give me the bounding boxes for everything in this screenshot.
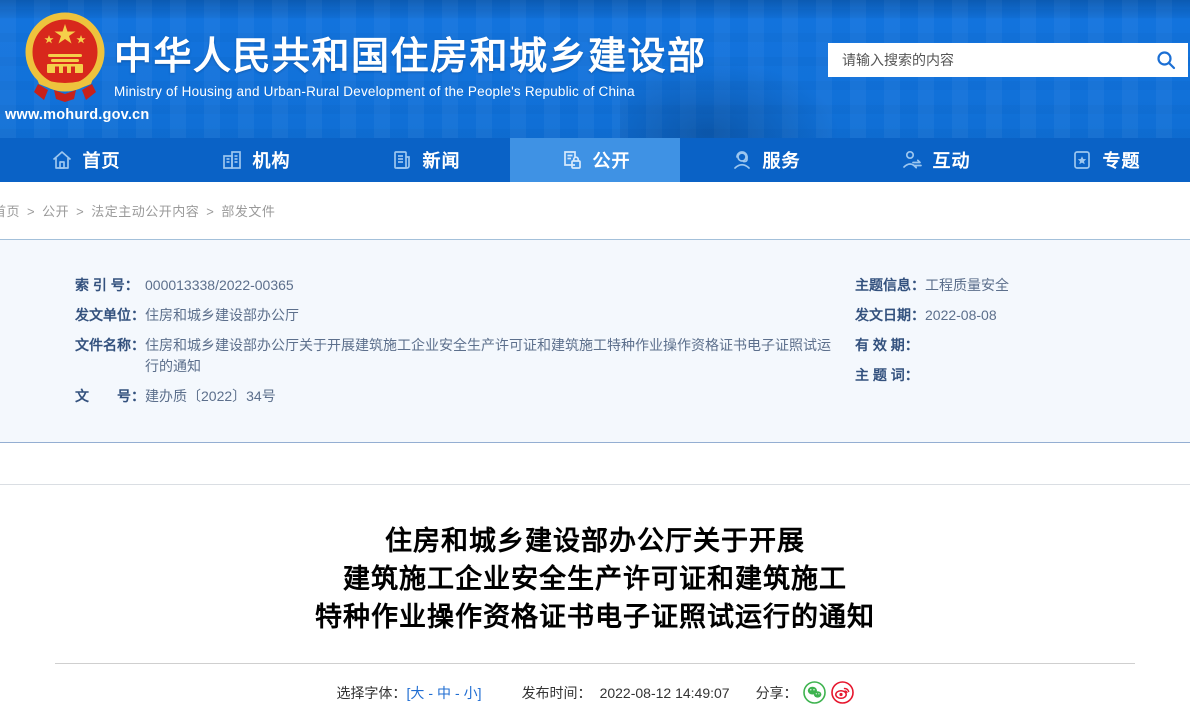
site-title-english: Ministry of Housing and Urban-Rural Deve… — [114, 84, 707, 99]
disclosure-icon — [560, 148, 584, 172]
meta-row-validity: 有 效 期： — [855, 335, 1175, 356]
site-header: www.mohurd.gov.cn 中华人民共和国住房和城乡建设部 Minist… — [0, 0, 1190, 138]
nav-item-news[interactable]: 新闻 — [340, 138, 510, 182]
nav-item-disclosure[interactable]: 公开 — [510, 138, 680, 182]
wechat-icon[interactable] — [803, 681, 826, 704]
publish-time: 2022-08-12 14:49:07 — [600, 685, 730, 701]
article-title-line-3: 特种作业操作资格证书电子证照试运行的通知 — [0, 598, 1190, 636]
news-icon — [390, 148, 414, 172]
breadcrumb: 首页>公开>法定主动公开内容>部发文件 — [0, 201, 275, 220]
search-button[interactable] — [1154, 48, 1178, 72]
national-emblem-icon — [24, 10, 106, 104]
meta-row-issue-date: 发文日期： 2022-08-08 — [855, 305, 1175, 326]
font-size-small[interactable]: 小 — [464, 685, 478, 701]
search-box — [828, 43, 1188, 77]
site-title-chinese: 中华人民共和国住房和城乡建设部 — [114, 34, 707, 80]
search-icon — [1155, 49, 1177, 71]
home-icon — [50, 148, 74, 172]
meta-row-index-number: 索 引 号： 000013338/2022-00365 — [75, 275, 840, 296]
meta-column-left: 索 引 号： 000013338/2022-00365 发文单位： 住房和城乡建… — [75, 275, 840, 442]
article-toolbar: 选择字体： [大-中-小] 发布时间： 2022-08-12 14:49:07 … — [0, 664, 1190, 721]
share-group: 分享： — [756, 681, 854, 704]
meta-row-keywords: 主 题 词： — [855, 365, 1175, 386]
breadcrumb-home[interactable]: 首页 — [0, 204, 20, 219]
breadcrumb-disclosure[interactable]: 公开 — [42, 204, 69, 219]
topics-icon — [1070, 148, 1094, 172]
publish-time-group: 发布时间： 2022-08-12 14:49:07 — [522, 683, 730, 703]
meta-row-topic-info: 主题信息： 工程质量安全 — [855, 275, 1175, 296]
site-url: www.mohurd.gov.cn — [5, 107, 185, 123]
nav-item-service[interactable]: 服务 — [680, 138, 850, 182]
meta-column-right: 主题信息： 工程质量安全 发文日期： 2022-08-08 有 效 期： 主 题… — [855, 275, 1175, 442]
service-icon — [730, 148, 754, 172]
document-meta-panel: 索 引 号： 000013338/2022-00365 发文单位： 住房和城乡建… — [0, 240, 1190, 443]
main-nav: 首页 机构 新闻 公开 — [0, 138, 1190, 182]
nav-item-interaction[interactable]: 互动 — [850, 138, 1020, 182]
organization-icon — [220, 148, 244, 172]
article-title-line-2: 建筑施工企业安全生产许可证和建筑施工 — [0, 560, 1190, 598]
breadcrumb-row: 首页>公开>法定主动公开内容>部发文件 — [0, 182, 1190, 240]
font-size-large[interactable]: 大 — [410, 685, 424, 701]
site-title-block: 中华人民共和国住房和城乡建设部 Ministry of Housing and … — [114, 34, 707, 99]
article-section: 住房和城乡建设部办公厅关于开展 建筑施工企业安全生产许可证和建筑施工 特种作业操… — [0, 485, 1190, 663]
nav-item-topics[interactable]: 专题 — [1020, 138, 1190, 182]
meta-row-document-number: 文 号： 建办质〔2022〕34号 — [75, 386, 840, 407]
nav-item-organization[interactable]: 机构 — [170, 138, 340, 182]
meta-row-document-name: 文件名称： 住房和城乡建设部办公厅关于开展建筑施工企业安全生产许可证和建筑施工特… — [75, 335, 840, 377]
breadcrumb-statutory-content[interactable]: 法定主动公开内容 — [91, 204, 199, 219]
spacer-row — [0, 443, 1190, 485]
breadcrumb-ministry-documents[interactable]: 部发文件 — [221, 204, 275, 219]
font-size-medium[interactable]: 中 — [437, 685, 451, 701]
search-input[interactable] — [842, 52, 1154, 68]
interaction-icon — [900, 148, 924, 172]
nav-item-home[interactable]: 首页 — [0, 138, 170, 182]
meta-row-issuing-unit: 发文单位： 住房和城乡建设部办公厅 — [75, 305, 840, 326]
font-size-selector: 选择字体： [大-中-小] — [336, 683, 481, 703]
article-title: 住房和城乡建设部办公厅关于开展 建筑施工企业安全生产许可证和建筑施工 特种作业操… — [0, 522, 1190, 636]
article-title-line-1: 住房和城乡建设部办公厅关于开展 — [0, 522, 1190, 560]
weibo-icon[interactable] — [831, 681, 854, 704]
